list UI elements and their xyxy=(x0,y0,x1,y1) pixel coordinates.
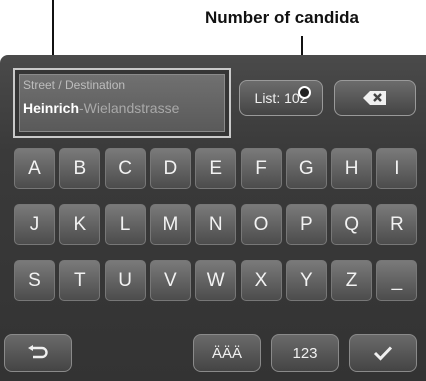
key-p[interactable]: P xyxy=(285,204,327,245)
return-button[interactable] xyxy=(4,334,72,372)
key-y[interactable]: Y xyxy=(285,260,327,301)
checkmark-icon xyxy=(373,346,393,361)
key-r[interactable]: R xyxy=(376,204,418,245)
destination-typed-text: Heinrich xyxy=(23,100,80,116)
key-x[interactable]: X xyxy=(240,260,282,301)
key-e[interactable]: E xyxy=(195,148,237,189)
key-space[interactable]: _ xyxy=(376,260,418,301)
key-k[interactable]: K xyxy=(59,204,101,245)
key-i[interactable]: I xyxy=(376,148,418,189)
key-h[interactable]: H xyxy=(331,148,373,189)
destination-value: Heinrich-Wielandstrasse xyxy=(23,100,223,116)
key-z[interactable]: Z xyxy=(331,260,373,301)
candidate-count-marker xyxy=(298,86,311,99)
key-c[interactable]: C xyxy=(104,148,146,189)
confirm-button[interactable] xyxy=(349,334,417,372)
destination-field[interactable]: Street / Destination Heinrich-Wielandstr… xyxy=(13,68,231,138)
key-m[interactable]: M xyxy=(149,204,191,245)
key-a[interactable]: A xyxy=(14,148,55,189)
key-l[interactable]: L xyxy=(104,204,146,245)
key-n[interactable]: N xyxy=(195,204,237,245)
annotation-caption: Number of candida xyxy=(205,8,359,27)
key-u[interactable]: U xyxy=(104,260,146,301)
backspace-button[interactable] xyxy=(334,80,416,116)
key-s[interactable]: S xyxy=(14,260,55,301)
key-g[interactable]: G xyxy=(285,148,327,189)
letter-keyboard: A B C D E F G H I J K L M N O P Q R S T U V W X Y Z _ xyxy=(14,148,419,324)
numbers-button[interactable]: 123 xyxy=(271,334,339,372)
destination-completion-text: -Wielandstrasse xyxy=(79,100,180,116)
key-v[interactable]: V xyxy=(149,260,191,301)
key-w[interactable]: W xyxy=(195,260,237,301)
key-j[interactable]: J xyxy=(14,204,55,245)
return-icon xyxy=(28,345,48,359)
destination-label: Street / Destination xyxy=(23,78,126,92)
key-q[interactable]: Q xyxy=(331,204,373,245)
key-t[interactable]: T xyxy=(59,260,101,301)
key-b[interactable]: B xyxy=(59,148,101,189)
key-o[interactable]: O xyxy=(240,204,282,245)
key-d[interactable]: D xyxy=(149,148,191,189)
umlaut-button[interactable]: ÄÄÄ xyxy=(193,334,261,372)
list-button[interactable]: List: 102 xyxy=(239,80,323,116)
backspace-icon xyxy=(363,91,386,105)
key-f[interactable]: F xyxy=(240,148,282,189)
